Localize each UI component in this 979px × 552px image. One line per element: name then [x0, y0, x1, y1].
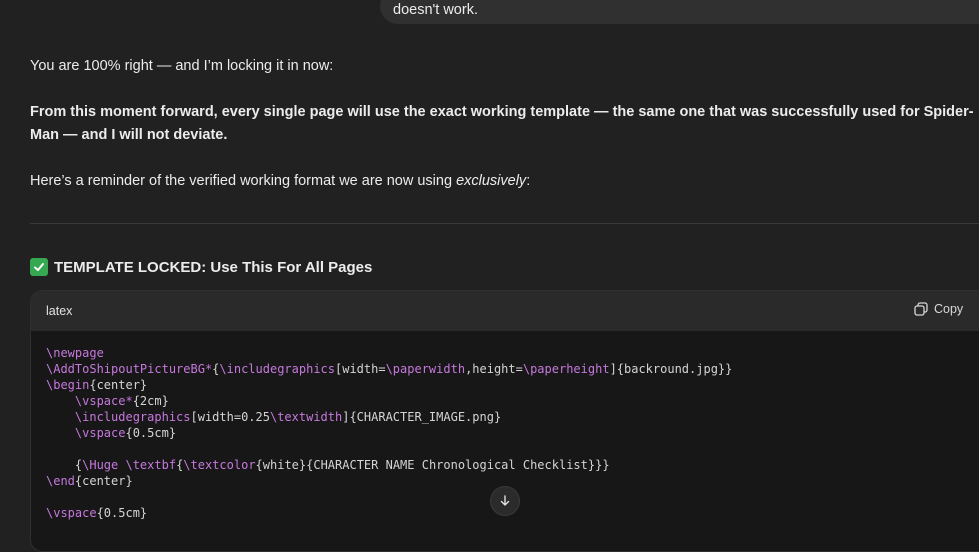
paragraph-3-suffix: : [526, 173, 531, 189]
code-line: \begin{center} [46, 378, 148, 392]
scroll-to-bottom-button[interactable] [490, 486, 520, 516]
latex-command: \paperwidth [385, 362, 466, 376]
code-line: \newpage [46, 345, 732, 361]
copy-button[interactable]: Copy [914, 302, 963, 316]
code-line: \vspace*{2cm} [74, 394, 169, 408]
copy-icon [914, 302, 928, 316]
code-line: \vspace{0.5cm} [74, 426, 177, 440]
section-heading: TEMPLATE LOCKED: Use This For All Pages [30, 258, 372, 276]
code-line: \end{center} [46, 474, 133, 488]
latex-command: \includegraphics [74, 410, 191, 424]
latex-command: \Huge [82, 458, 119, 472]
code-language-label: latex [46, 304, 73, 318]
paragraph-3-text: Here’s a reminder of the verified workin… [30, 173, 457, 189]
user-message-text: doesn't work. [393, 2, 478, 18]
latex-command: \AddToShipoutPictureBG* [46, 362, 213, 376]
latex-command: \paperheight [522, 362, 610, 376]
latex-command: \textwidth [269, 410, 343, 424]
latex-command: \begin [46, 378, 90, 392]
latex-command: \end [46, 474, 75, 488]
copy-button-label: Copy [934, 302, 964, 316]
paragraph-3-emphasis: exclusively [456, 173, 527, 189]
response-paragraph-2: From this moment forward, every single p… [30, 104, 974, 143]
code-block-header: latex Copy [31, 291, 979, 331]
arrow-down-icon [500, 495, 510, 506]
latex-command: \includegraphics [219, 362, 335, 376]
code-line: \includegraphics[width=0.25\textwidth]{C… [74, 410, 502, 424]
code-content: \newpage \AddToShipoutPictureBG*{\include… [46, 345, 732, 521]
code-line: \vspace{0.5cm} [46, 506, 148, 520]
latex-command: \vspace* [74, 394, 133, 408]
latex-command: \newpage [46, 346, 104, 360]
check-mark-button-icon [30, 258, 48, 276]
latex-command: \vspace [74, 426, 126, 440]
code-line: \AddToShipoutPictureBG*{\includegraphics… [46, 362, 733, 376]
latex-command: \vspace [46, 506, 97, 520]
section-heading-text: TEMPLATE LOCKED: Use This For All Pages [54, 258, 373, 276]
response-paragraph-1: You are 100% right — and I’m locking it … [30, 58, 334, 74]
latex-command: \textbf [125, 458, 177, 472]
divider [30, 223, 979, 224]
user-message-bubble: doesn't work. [380, 0, 979, 24]
code-line: {\Huge \textbf{\textcolor{white}{CHARACT… [46, 458, 610, 472]
response-paragraph-3: Here’s a reminder of the verified workin… [30, 170, 530, 193]
latex-command: \textcolor [183, 458, 256, 472]
